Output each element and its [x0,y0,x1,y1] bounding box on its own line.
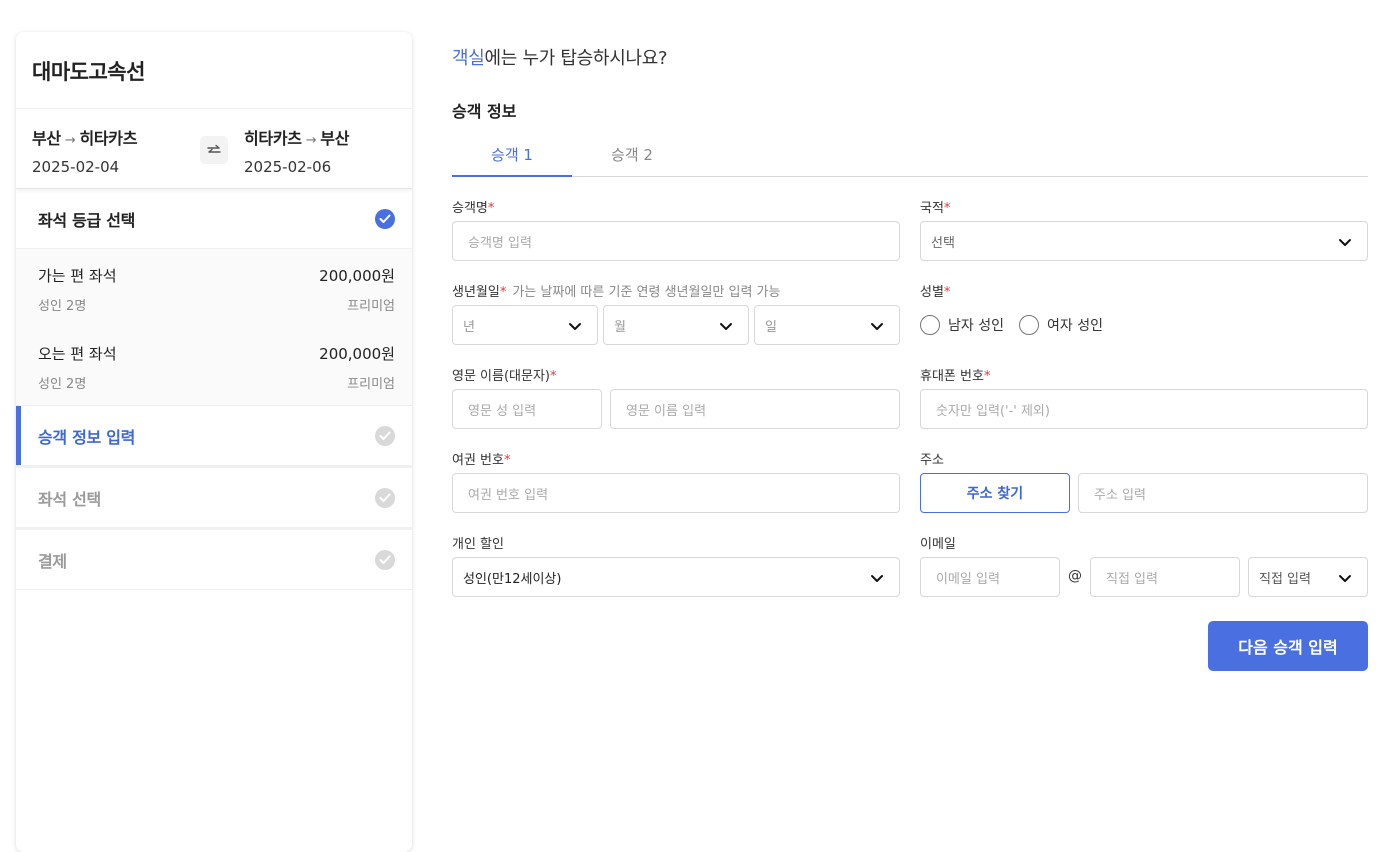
next-passenger-button[interactable]: 다음 승객 입력 [1208,621,1368,671]
seat-label: 가는 편 좌석 [38,267,117,285]
chevron-down-icon [569,323,581,330]
birth-year-select[interactable]: 년 [452,305,598,345]
seat-price: 200,000원 [319,345,395,363]
step-label: 좌석 등급 선택 [38,210,136,230]
name-label: 승객명* [452,201,495,216]
seat-grade: 프리미엄 [347,377,395,392]
discount-select[interactable]: 성인(만12세이상) [452,557,900,597]
step-passenger-info[interactable]: 승객 정보 입력 [16,406,412,466]
booking-sidebar: 대마도고속선 부산 → 히타카츠 2025-02-04 히타카츠 → 부산 2025-0… [16,32,412,852]
seat-count: 성인 2명 [38,299,87,314]
address-label: 주소 [920,453,944,468]
return-to: 부산 [320,129,350,148]
address-input[interactable]: 주소 입력 [1078,473,1368,513]
birth-month-select[interactable]: 월 [603,305,749,345]
english-first-name-input[interactable]: 영문 이름 입력 [610,389,900,429]
chevron-down-icon [1339,239,1351,246]
english-name-label: 영문 이름(대문자)* [452,369,557,384]
seat-grade: 프리미엄 [347,299,395,314]
phone-label: 휴대폰 번호* [920,369,991,384]
route-summary: 부산 → 히타카츠 2025-02-04 히타카츠 → 부산 2025-02-06 [16,109,412,189]
page-question: 객실에는 누가 탑승하시나요? [452,44,668,70]
step-label: 결제 [38,551,67,571]
passport-input[interactable]: 여권 번호 입력 [452,473,900,513]
gender-male-radio[interactable]: 남자 성인 [920,315,1004,335]
tab-passenger-2[interactable]: 승객 2 [572,133,692,177]
tab-passenger-1[interactable]: 승객 1 [452,133,572,177]
question-highlight[interactable]: 객실 [452,48,485,69]
step-label: 좌석 선택 [38,489,101,509]
nationality-select[interactable]: 선택 [920,221,1368,261]
right-arrow-icon: → [305,133,317,148]
english-last-name-input[interactable]: 영문 성 입력 [452,389,602,429]
step-seat-grade[interactable]: 좌석 등급 선택 [16,189,412,249]
outbound-from: 부산 [32,129,61,148]
email-label: 이메일 [920,537,956,552]
email-domain-input[interactable]: 직접 입력 [1090,557,1240,597]
radio-circle[interactable] [920,315,940,335]
gender-female-radio[interactable]: 여자 성인 [1019,315,1103,335]
discount-label: 개인 할인 [452,537,504,552]
email-local-input[interactable]: 이메일 입력 [920,557,1060,597]
passenger-name-input[interactable]: 승객명 입력 [452,221,900,261]
at-sign: @ [1068,568,1082,584]
swap-arrows-icon [200,136,228,164]
step-payment[interactable]: 결제 [16,530,412,590]
nationality-label: 국적* [920,201,951,216]
chevron-down-icon [1339,575,1351,582]
right-arrow-icon: → [64,133,76,148]
passport-label: 여권 번호* [452,453,511,468]
ferry-title: 대마도고속선 [16,32,412,109]
seat-item-outbound: 가는 편 좌석 200,000원 성인 2명 프리미엄 [38,249,395,327]
passenger-tabs: 승객 1 승객 2 [452,133,1368,177]
check-circle-icon [375,208,395,229]
seat-item-return: 오는 편 좌석 200,000원 성인 2명 프리미엄 [38,327,395,405]
seat-count: 성인 2명 [38,377,87,392]
gender-label: 성별* [920,285,951,300]
check-circle-icon [375,425,395,446]
step-label: 승객 정보 입력 [38,427,136,447]
check-circle-icon [375,549,395,570]
question-text: 에는 누가 탑승하시나요? [484,48,668,69]
outbound-date: 2025-02-04 [32,158,120,176]
check-circle-icon [375,487,395,508]
seat-price: 200,000원 [319,267,395,285]
birth-label: 생년월일* 가는 날짜에 따른 기준 연령 생년월일만 입력 가능 [452,285,781,300]
seat-label: 오는 편 좌석 [38,345,117,363]
chevron-down-icon [871,575,883,582]
chevron-down-icon [720,323,732,330]
seat-summary: 가는 편 좌석 200,000원 성인 2명 프리미엄 오는 편 좌석 200,… [16,249,412,406]
return-leg: 히타카츠 → 부산 2025-02-06 [244,125,349,176]
birth-day-select[interactable]: 일 [754,305,900,345]
outbound-leg: 부산 → 히타카츠 2025-02-04 [32,125,137,176]
phone-input[interactable]: 숫자만 입력('-' 제외) [920,389,1368,429]
return-from: 히타카츠 [244,129,302,148]
section-title: 승객 정보 [452,102,517,121]
return-date: 2025-02-06 [244,158,332,176]
outbound-to: 히타카츠 [79,129,138,148]
radio-circle[interactable] [1019,315,1039,335]
address-search-button[interactable]: 주소 찾기 [920,473,1070,513]
email-domain-select[interactable]: 직접 입력 [1248,557,1368,597]
step-seat-select[interactable]: 좌석 선택 [16,468,412,528]
chevron-down-icon [871,323,883,330]
